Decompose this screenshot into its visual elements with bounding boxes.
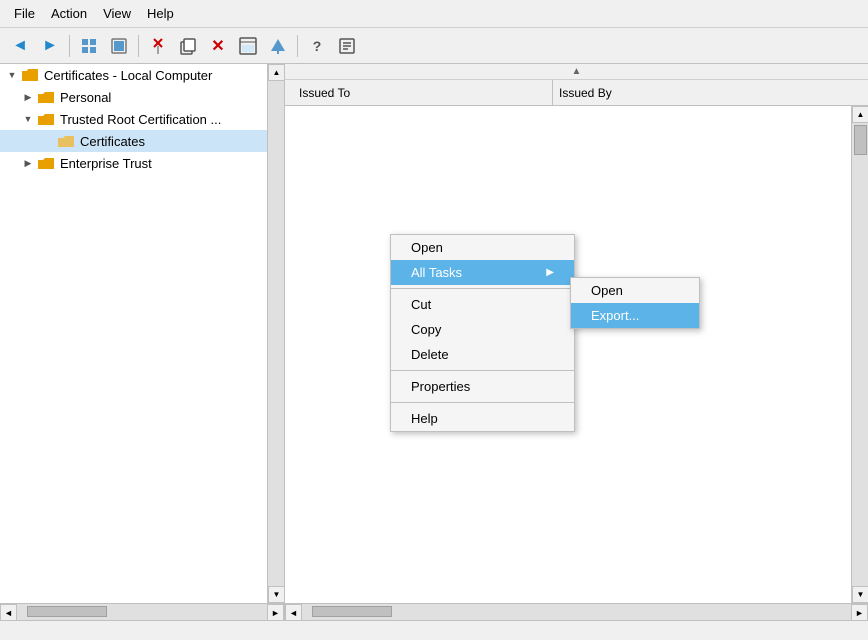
enterprise-label: Enterprise Trust [60, 156, 152, 171]
toolbar: ◄ ► ✕ ? [0, 28, 868, 64]
column-headers: Issued To Issued By [285, 80, 868, 106]
col-issued-to[interactable]: Issued To [293, 80, 553, 105]
left-scroll-down[interactable]: ▼ [268, 586, 284, 603]
sort-arrow-up[interactable]: ▲ [572, 66, 582, 77]
content-area: ▲ ▼ [285, 106, 868, 603]
left-scroll-track[interactable] [268, 81, 284, 586]
copy-button[interactable] [174, 32, 202, 60]
certificates-label: Certificates [80, 134, 145, 149]
tree-item-certificates[interactable]: ▶ Certificates [0, 130, 267, 152]
ctx-delete[interactable]: Delete [391, 342, 574, 367]
col-issued-to-label: Issued To [299, 86, 350, 100]
left-hscroll-right[interactable]: ► [267, 604, 284, 620]
context-menu: Open All Tasks ▶ Cut Copy Delete Propert… [390, 234, 575, 432]
toolbar-separator-2 [138, 35, 139, 57]
personal-folder-icon [36, 89, 56, 105]
trusted-root-folder-icon [36, 111, 56, 127]
ctx-copy-label: Copy [411, 322, 441, 337]
left-scroll-up[interactable]: ▲ [268, 64, 284, 81]
root-expander: ▼ [4, 67, 20, 83]
toolbar-separator-1 [69, 35, 70, 57]
sub-open-label: Open [591, 283, 623, 298]
trusted-root-expander: ▼ [20, 111, 36, 127]
tree-item-personal[interactable]: ▶ Personal [0, 86, 267, 108]
ctx-help-label: Help [411, 411, 438, 426]
right-scroll-thumb[interactable] [854, 125, 867, 155]
delete-button[interactable]: ✕ [204, 32, 232, 60]
statusbar [0, 620, 868, 640]
col-issued-by-label: Issued By [559, 86, 612, 100]
left-hscrollbar: ◄ ► [0, 603, 284, 620]
right-vscrollbar[interactable]: ▲ ▼ [851, 106, 868, 603]
submenu: Open Export... [570, 277, 700, 329]
ctx-properties[interactable]: Properties [391, 374, 574, 399]
right-scroll-track[interactable] [852, 123, 868, 586]
right-hscroll-track[interactable] [302, 604, 851, 620]
root-label: Certificates - Local Computer [44, 68, 212, 83]
ctx-sep-2 [391, 370, 574, 371]
ctx-help[interactable]: Help [391, 406, 574, 431]
import-button[interactable] [264, 32, 292, 60]
ctx-copy[interactable]: Copy [391, 317, 574, 342]
menu-help[interactable]: Help [139, 4, 182, 23]
left-vscrollbar[interactable]: ▲ ▼ [267, 64, 284, 603]
menu-file[interactable]: File [6, 4, 43, 23]
sub-export[interactable]: Export... [571, 303, 699, 328]
root-folder-icon [20, 67, 40, 83]
left-hscroll-track[interactable] [17, 604, 267, 620]
left-hscroll-thumb[interactable] [27, 606, 107, 617]
sub-open[interactable]: Open [571, 278, 699, 303]
sub-export-label: Export... [591, 308, 639, 323]
tree-item-enterprise[interactable]: ▶ Enterprise Trust [0, 152, 267, 174]
right-scroll-down[interactable]: ▼ [852, 586, 868, 603]
ctx-all-tasks-label: All Tasks [411, 265, 462, 280]
trusted-root-label: Trusted Root Certification ... [60, 112, 221, 127]
left-panel: ▼ Certificates - Local Computer ▶ Person… [0, 64, 285, 620]
personal-expander: ▶ [20, 89, 36, 105]
right-hscroll-right[interactable]: ► [851, 604, 868, 620]
main-container: ▼ Certificates - Local Computer ▶ Person… [0, 64, 868, 620]
menu-action[interactable]: Action [43, 4, 95, 23]
menu-view[interactable]: View [95, 4, 139, 23]
right-panel: ▲ Issued To Issued By ▲ ▼ ◄ [285, 64, 868, 620]
tree-item-trusted-root[interactable]: ▼ Trusted Root Certification ... [0, 108, 267, 130]
ctx-properties-label: Properties [411, 379, 470, 394]
right-scroll-up[interactable]: ▲ [852, 106, 868, 123]
tree-view: ▼ Certificates - Local Computer ▶ Person… [0, 64, 267, 603]
help-button[interactable]: ? [303, 32, 331, 60]
ctx-sep-3 [391, 402, 574, 403]
snap-button[interactable] [105, 32, 133, 60]
export-button[interactable] [234, 32, 262, 60]
right-hscroll-thumb[interactable] [312, 606, 392, 617]
certs-folder-icon [56, 133, 76, 149]
back-button[interactable]: ◄ [6, 32, 34, 60]
show-hide-button[interactable] [75, 32, 103, 60]
cut-button[interactable] [144, 32, 172, 60]
properties-button[interactable] [333, 32, 361, 60]
right-hscrollbar: ◄ ► [285, 603, 868, 620]
personal-label: Personal [60, 90, 111, 105]
toolbar-separator-3 [297, 35, 298, 57]
enterprise-folder-icon [36, 155, 56, 171]
ctx-cut[interactable]: Cut [391, 292, 574, 317]
ctx-cut-label: Cut [411, 297, 431, 312]
right-hscroll-left[interactable]: ◄ [285, 604, 302, 620]
col-issued-by[interactable]: Issued By [553, 80, 860, 105]
left-hscroll-left[interactable]: ◄ [0, 604, 17, 620]
ctx-all-tasks[interactable]: All Tasks ▶ [391, 260, 574, 285]
ctx-sep-1 [391, 288, 574, 289]
ctx-delete-label: Delete [411, 347, 449, 362]
forward-button[interactable]: ► [36, 32, 64, 60]
menubar: File Action View Help [0, 0, 868, 28]
ctx-open-label: Open [411, 240, 443, 255]
ctx-all-tasks-arrow: ▶ [546, 267, 554, 278]
tree-root[interactable]: ▼ Certificates - Local Computer [0, 64, 267, 86]
enterprise-expander: ▶ [20, 155, 36, 171]
ctx-open[interactable]: Open [391, 235, 574, 260]
